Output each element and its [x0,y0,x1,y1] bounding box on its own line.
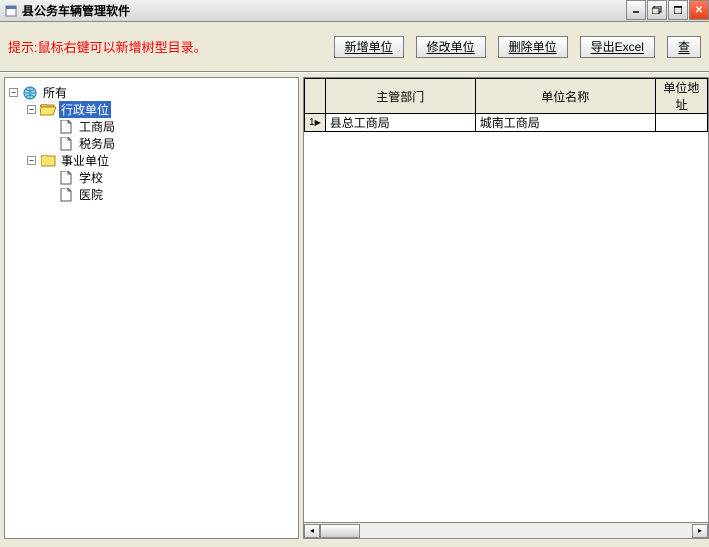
cell-name[interactable]: 城南工商局 [475,114,655,132]
scroll-thumb[interactable] [320,524,360,538]
horizontal-scrollbar[interactable]: ◂ ▸ [303,523,709,539]
grid-header-row: 主管部门 单位名称 单位地址 [305,79,708,114]
minimize-button[interactable] [626,0,646,20]
tree-label: 税务局 [77,135,117,152]
scroll-left-button[interactable]: ◂ [304,524,320,538]
tree-label: 工商局 [77,118,117,135]
delete-unit-button[interactable]: 删除单位 [498,36,568,58]
expand-toggle-icon[interactable]: − [27,156,36,165]
edit-unit-button[interactable]: 修改单位 [416,36,486,58]
scroll-track[interactable] [320,524,692,538]
tree-node-branch[interactable]: − 事业单位 [9,152,294,169]
data-grid[interactable]: 主管部门 单位名称 单位地址 1▶ 县总工商局 城南工商局 [303,77,709,523]
document-icon [58,171,74,185]
tree-node-leaf[interactable]: 医院 [9,186,294,203]
expand-toggle-icon[interactable]: − [9,88,18,97]
tree-view[interactable]: − 所有 − 行政单位 工商局 税务局 [4,77,299,539]
restore-button[interactable] [647,0,667,20]
window-controls: ✕ [626,0,709,20]
tree-node-root[interactable]: − 所有 [9,84,294,101]
search-button[interactable]: 查 [667,36,701,58]
titlebar: 县公务车辆管理软件 ✕ [0,0,709,22]
tree-node-branch[interactable]: − 行政单位 [9,101,294,118]
add-unit-button[interactable]: 新增单位 [334,36,404,58]
expand-toggle-icon[interactable]: − [27,105,36,114]
maximize-button[interactable] [668,0,688,20]
document-icon [58,137,74,151]
hint-text: 提示:鼠标右键可以新增树型目录。 [8,37,207,56]
col-header-name[interactable]: 单位名称 [475,79,655,114]
export-excel-button[interactable]: 导出Excel [580,36,655,58]
col-header-addr[interactable]: 单位地址 [655,79,707,114]
window-title: 县公务车辆管理软件 [22,2,130,19]
scroll-right-button[interactable]: ▸ [692,524,708,538]
close-button[interactable]: ✕ [689,0,709,20]
main-area: − 所有 − 行政单位 工商局 税务局 [0,72,709,547]
tree-label: 行政单位 [59,101,111,118]
cell-addr[interactable] [655,114,707,132]
folder-icon [40,154,56,168]
tree-node-leaf[interactable]: 学校 [9,169,294,186]
tree-label: 医院 [77,186,105,203]
toolbar: 提示:鼠标右键可以新增树型目录。 新增单位 修改单位 删除单位 导出Excel … [0,22,709,72]
tree-node-leaf[interactable]: 工商局 [9,118,294,135]
globe-icon [22,86,38,100]
folder-open-icon [40,103,56,117]
tree-label: 学校 [77,169,105,186]
col-header-dept[interactable]: 主管部门 [325,79,475,114]
tree-node-leaf[interactable]: 税务局 [9,135,294,152]
grid-pane: 主管部门 单位名称 单位地址 1▶ 县总工商局 城南工商局 ◂ [303,77,709,539]
table-row[interactable]: 1▶ 县总工商局 城南工商局 [305,114,708,132]
tree-label: 事业单位 [59,152,111,169]
document-icon [58,120,74,134]
tree-label: 所有 [41,84,69,101]
app-icon [4,4,18,18]
document-icon [58,188,74,202]
row-indicator: 1▶ [305,114,326,132]
row-header-corner [305,79,326,114]
cell-dept[interactable]: 县总工商局 [325,114,475,132]
